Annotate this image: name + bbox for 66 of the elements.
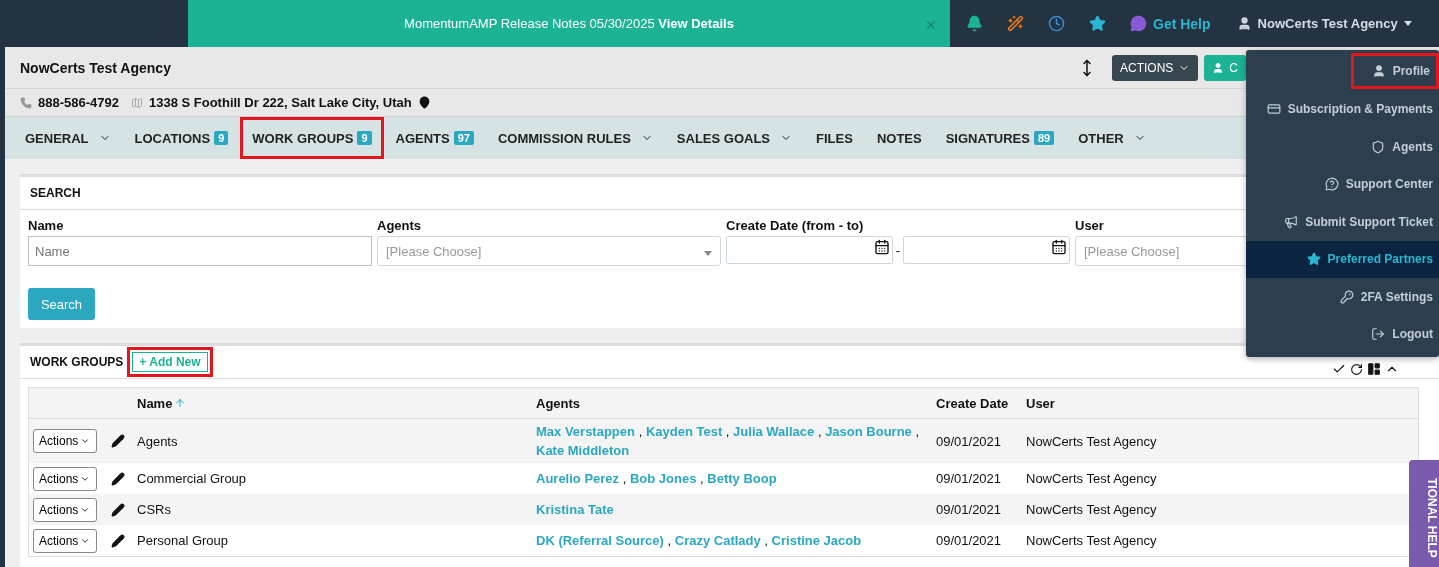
actions-dropdown[interactable]: Actions bbox=[33, 429, 97, 453]
count-badge: 89 bbox=[1033, 131, 1055, 145]
nav-tab[interactable]: OTHER bbox=[1066, 130, 1158, 146]
account-menu-toggle[interactable]: NowCerts Test Agency bbox=[1236, 16, 1412, 31]
column-header[interactable]: Create Date bbox=[936, 395, 1026, 411]
phone-number: 888-586-4792 bbox=[38, 95, 119, 110]
table-cell-text: 09/01/2021 bbox=[936, 471, 1003, 486]
count-badge: 9 bbox=[357, 131, 372, 145]
table-cell-text: NowCerts Test Agency bbox=[1026, 471, 1158, 486]
comma-separator: , bbox=[817, 424, 822, 439]
table-cell-text: 09/01/2021 bbox=[936, 502, 1003, 517]
count-badge: 97 bbox=[453, 131, 474, 145]
comma-separator: , bbox=[622, 471, 627, 486]
field-label: Create Date (from - to) bbox=[726, 218, 864, 233]
get-help-link[interactable]: Get Help bbox=[1130, 15, 1211, 32]
count-badge: 9 bbox=[214, 131, 229, 145]
table-cell-text: NowCerts Test Agency bbox=[1026, 433, 1158, 449]
comma-separator: , bbox=[667, 533, 672, 548]
table-cell-text: 09/01/2021 bbox=[936, 533, 1003, 548]
menu-item[interactable]: Submit Support Ticket bbox=[1246, 203, 1439, 241]
panel-title: SEARCH bbox=[30, 186, 81, 200]
nav-tab[interactable]: NOTES bbox=[864, 130, 934, 146]
menu-item[interactable]: Preferred Partners bbox=[1246, 240, 1439, 278]
nav-tab[interactable]: GENERAL bbox=[13, 130, 123, 146]
nav-tab[interactable]: AGENTS 97 bbox=[383, 130, 486, 146]
menu-item[interactable]: Subscription & Payments bbox=[1246, 90, 1439, 128]
comma-separator: , bbox=[725, 424, 730, 439]
table-cell-text: Agents bbox=[137, 433, 179, 449]
column-header[interactable]: User bbox=[1026, 395, 1414, 411]
actions-dropdown[interactable]: Actions bbox=[33, 466, 97, 491]
table-cell-text: Personal Group bbox=[137, 533, 230, 548]
name-field[interactable]: Name bbox=[28, 236, 372, 266]
column-header[interactable]: Name bbox=[137, 395, 536, 411]
range-separator: - bbox=[895, 242, 901, 258]
column-header[interactable]: Agents bbox=[536, 395, 936, 411]
field-label: Agents bbox=[377, 218, 422, 233]
menu-item[interactable]: Support Center bbox=[1246, 165, 1439, 203]
menu-item[interactable]: Agents bbox=[1246, 128, 1439, 166]
comma-separator: , bbox=[700, 471, 704, 486]
actions-dropdown[interactable]: Actions bbox=[33, 528, 97, 553]
comma-separator: , bbox=[638, 424, 643, 439]
actions-dropdown[interactable]: Actions bbox=[33, 497, 97, 522]
table-cell-text: NowCerts Test Agency bbox=[1026, 533, 1158, 548]
nav-tab[interactable]: WORK GROUPS 9 bbox=[240, 117, 384, 159]
nav-tab[interactable]: SALES GOALS bbox=[664, 130, 805, 146]
agency-name: NowCerts Test Agency bbox=[20, 59, 172, 76]
comma-separator: , bbox=[764, 533, 768, 548]
field-label: User bbox=[1075, 218, 1104, 233]
field-label: Name bbox=[28, 218, 64, 233]
actions-button[interactable]: ACTIONS bbox=[1112, 54, 1199, 81]
nav-tab[interactable]: SIGNATURES 89 bbox=[933, 130, 1067, 146]
menu-item[interactable]: Profile bbox=[1351, 53, 1439, 89]
address-text: 1338 S Foothill Dr 222, Salt Lake City, Utah bbox=[148, 95, 412, 110]
side-help-tab[interactable]: TIONAL HELP bbox=[1409, 460, 1439, 567]
menu-item[interactable]: Logout bbox=[1246, 315, 1439, 353]
table-cell-text: CSRs bbox=[137, 502, 172, 517]
comma-separator: , bbox=[915, 424, 920, 439]
menu-item[interactable]: 2FA Settings bbox=[1246, 278, 1439, 316]
nav-tab[interactable]: LOCATIONS 9 bbox=[122, 130, 241, 146]
panel-title: WORK GROUPS bbox=[30, 355, 124, 369]
table-cell-text: 09/01/2021 bbox=[936, 433, 1003, 449]
banner-text: MomentumAMP Release Notes 05/30/2025 View Details bbox=[404, 16, 734, 31]
nav-tab[interactable]: COMMISSION RULES bbox=[485, 130, 665, 146]
table-cell-text: Commercial Group bbox=[137, 471, 248, 486]
nav-tab[interactable]: FILES bbox=[804, 130, 865, 146]
table-cell-text: NowCerts Test Agency bbox=[1026, 502, 1158, 517]
